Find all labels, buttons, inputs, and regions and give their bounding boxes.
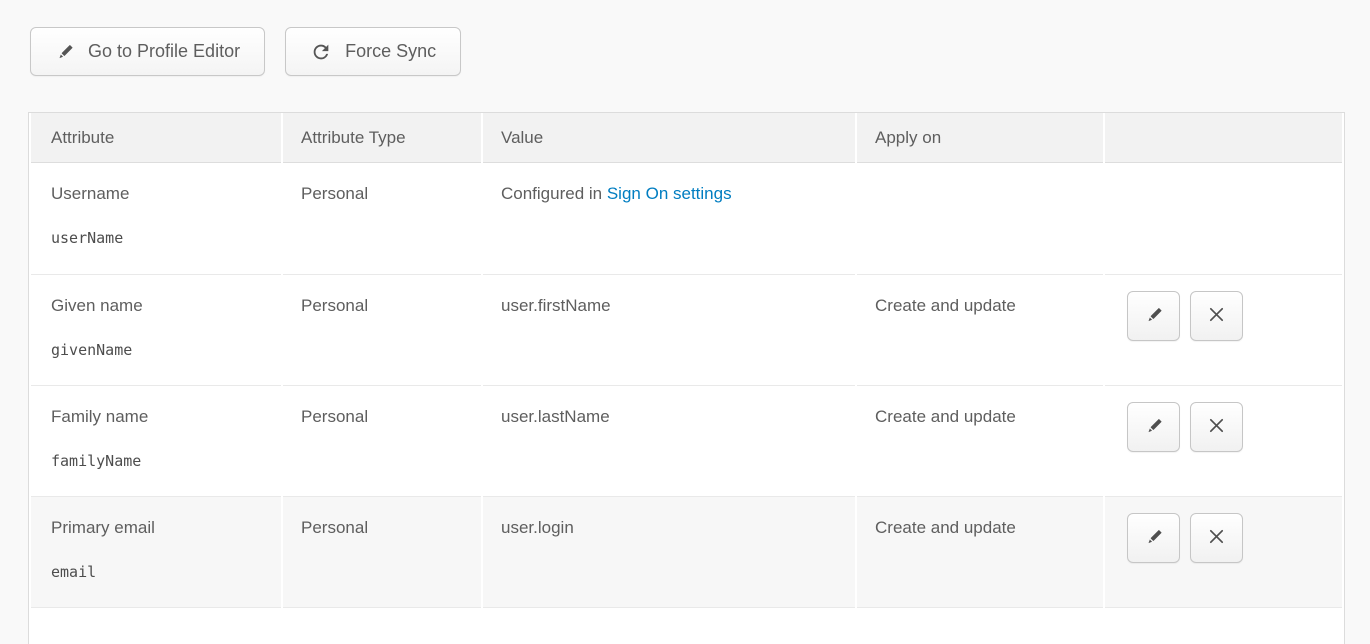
actions-cell — [1105, 496, 1342, 607]
apply-on-value: Create and update — [875, 296, 1016, 315]
force-sync-label: Force Sync — [345, 41, 436, 62]
empty-cell — [31, 607, 281, 644]
attribute-variable-name: email — [51, 563, 281, 581]
attribute-mappings-table: Attribute Attribute Type Value Apply on … — [29, 113, 1344, 644]
table-body: Username userName Personal Configured in… — [31, 163, 1342, 607]
column-header-attribute-type: Attribute Type — [283, 113, 481, 163]
value-expression: user.firstName — [501, 296, 611, 315]
delete-attribute-button[interactable] — [1190, 291, 1243, 341]
attribute-cell: Given name givenName — [31, 274, 281, 385]
value-expression: user.login — [501, 518, 574, 537]
attribute-label: Primary email — [51, 518, 281, 538]
attribute-mappings-screen: Go to Profile Editor Force Sync Attribut… — [0, 0, 1370, 644]
row-actions — [1127, 402, 1342, 452]
attribute-cell: Username userName — [31, 163, 281, 274]
value-expression: user.lastName — [501, 407, 610, 426]
table-row: Family name familyName Personal user.las… — [31, 385, 1342, 496]
close-icon — [1206, 526, 1227, 550]
pencil-icon — [55, 42, 75, 62]
attribute-label: Given name — [51, 296, 281, 316]
apply-on-cell: Create and update — [857, 385, 1103, 496]
go-to-profile-editor-button[interactable]: Go to Profile Editor — [30, 27, 265, 76]
value-cell: user.lastName — [483, 385, 855, 496]
pencil-icon — [1144, 416, 1164, 439]
toolbar: Go to Profile Editor Force Sync — [30, 27, 1370, 76]
empty-row — [31, 607, 1342, 644]
attribute-type-value: Personal — [301, 296, 368, 315]
attribute-type-value: Personal — [301, 184, 368, 203]
pencil-icon — [1144, 305, 1164, 328]
table-header-row: Attribute Attribute Type Value Apply on — [31, 113, 1342, 163]
column-header-attribute: Attribute — [31, 113, 281, 163]
refresh-icon — [310, 41, 332, 63]
sign-on-settings-link[interactable]: Sign On settings — [607, 184, 732, 203]
column-header-actions — [1105, 113, 1342, 163]
attribute-variable-name: familyName — [51, 452, 281, 470]
attribute-type-cell: Personal — [283, 496, 481, 607]
edit-attribute-button[interactable] — [1127, 402, 1180, 452]
table-row: Primary email email Personal user.login … — [31, 496, 1342, 607]
value-text: Configured in — [501, 184, 607, 203]
attribute-cell: Primary email email — [31, 496, 281, 607]
actions-cell — [1105, 274, 1342, 385]
empty-cell — [1105, 607, 1342, 644]
row-actions — [1127, 513, 1342, 563]
empty-cell — [283, 607, 481, 644]
attribute-label: Family name — [51, 407, 281, 427]
value-cell: user.login — [483, 496, 855, 607]
close-icon — [1206, 304, 1227, 328]
attribute-cell: Family name familyName — [31, 385, 281, 496]
apply-on-value: Create and update — [875, 518, 1016, 537]
column-header-apply-on: Apply on — [857, 113, 1103, 163]
actions-cell — [1105, 385, 1342, 496]
attribute-type-cell: Personal — [283, 385, 481, 496]
close-icon — [1206, 415, 1227, 439]
actions-cell — [1105, 163, 1342, 274]
delete-attribute-button[interactable] — [1190, 402, 1243, 452]
attribute-variable-name: givenName — [51, 341, 281, 359]
table-row: Given name givenName Personal user.first… — [31, 274, 1342, 385]
attribute-type-cell: Personal — [283, 274, 481, 385]
column-header-value: Value — [483, 113, 855, 163]
attribute-type-cell: Personal — [283, 163, 481, 274]
attribute-type-value: Personal — [301, 407, 368, 426]
table-row: Username userName Personal Configured in… — [31, 163, 1342, 274]
edit-attribute-button[interactable] — [1127, 513, 1180, 563]
attribute-table-container: Attribute Attribute Type Value Apply on … — [28, 112, 1345, 644]
apply-on-value: Create and update — [875, 407, 1016, 426]
apply-on-cell — [857, 163, 1103, 274]
empty-cell — [483, 607, 855, 644]
pencil-icon — [1144, 527, 1164, 550]
attribute-type-value: Personal — [301, 518, 368, 537]
attribute-variable-name: userName — [51, 229, 281, 247]
attribute-label: Username — [51, 184, 281, 204]
apply-on-cell: Create and update — [857, 496, 1103, 607]
row-actions — [1127, 291, 1342, 341]
empty-cell — [857, 607, 1103, 644]
go-to-profile-editor-label: Go to Profile Editor — [88, 41, 240, 62]
delete-attribute-button[interactable] — [1190, 513, 1243, 563]
value-cell: user.firstName — [483, 274, 855, 385]
force-sync-button[interactable]: Force Sync — [285, 27, 461, 76]
edit-attribute-button[interactable] — [1127, 291, 1180, 341]
value-cell: Configured in Sign On settings — [483, 163, 855, 274]
apply-on-cell: Create and update — [857, 274, 1103, 385]
